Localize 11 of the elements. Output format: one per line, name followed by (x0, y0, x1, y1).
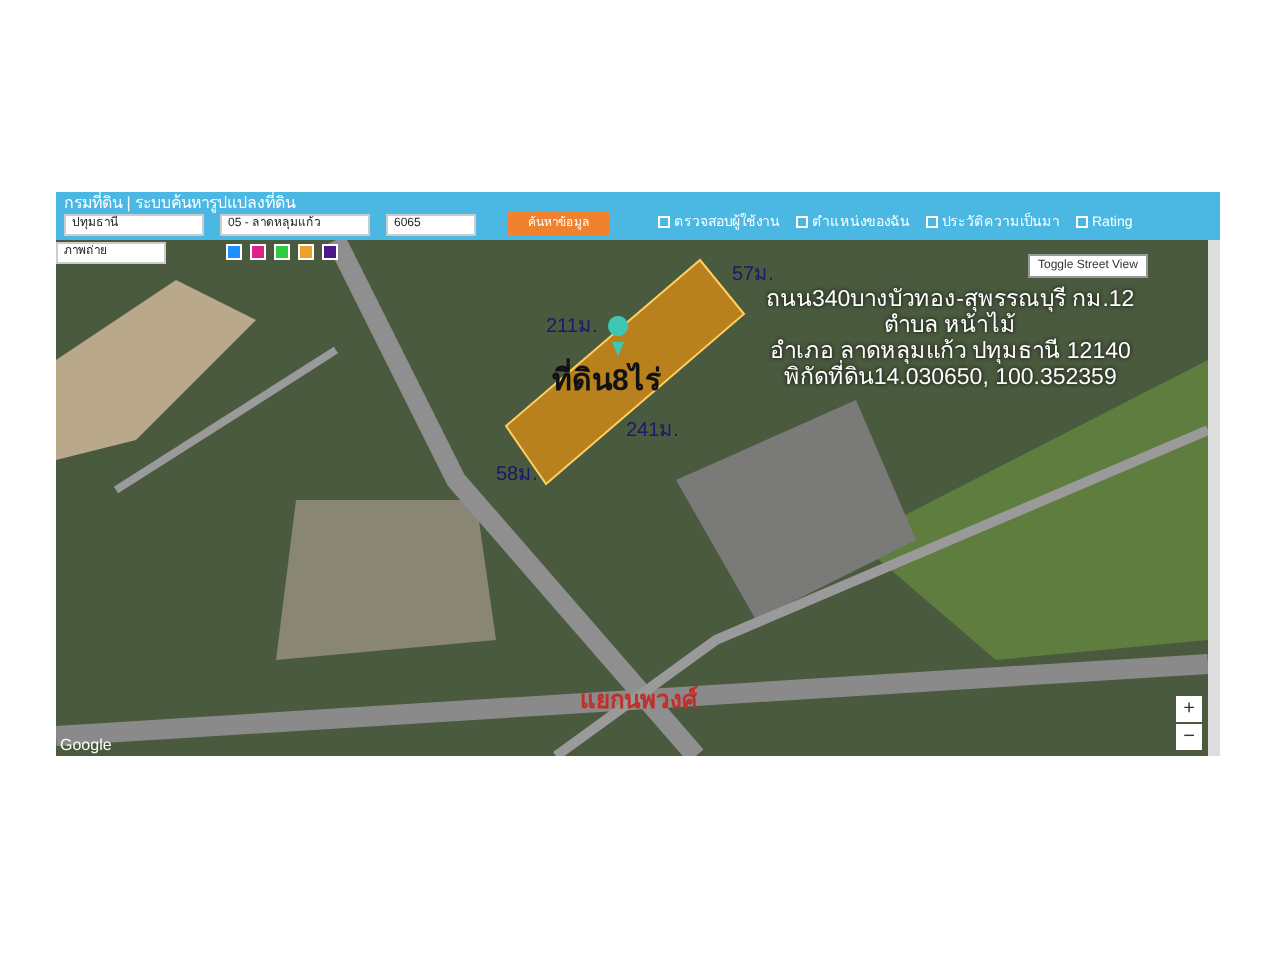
google-logo: Google (60, 734, 112, 756)
side-length-label: 211ม. (546, 314, 598, 342)
address-line: อำเภอ ลาดหลุมแก้ว ปทุมธานี 12140 (767, 340, 1133, 364)
address-line: ตำบล หน้าไม้ (884, 314, 1017, 338)
junction-label: แยกนพวงศ์ (580, 684, 698, 718)
side-length-label: 57ม. (732, 262, 774, 286)
side-length-label: 241ม. (626, 418, 679, 446)
site-title: กรมที่ดิน | ระบบค้นหารูปแปลงที่ดิน (64, 194, 298, 212)
plot-label: ที่ดิน8ไร่ (552, 360, 661, 405)
side-length-label: 58ม. (496, 462, 538, 490)
address-line: ถนน340บางบัวทอง-สุพรรณบุรี กม.12 (766, 288, 1135, 312)
